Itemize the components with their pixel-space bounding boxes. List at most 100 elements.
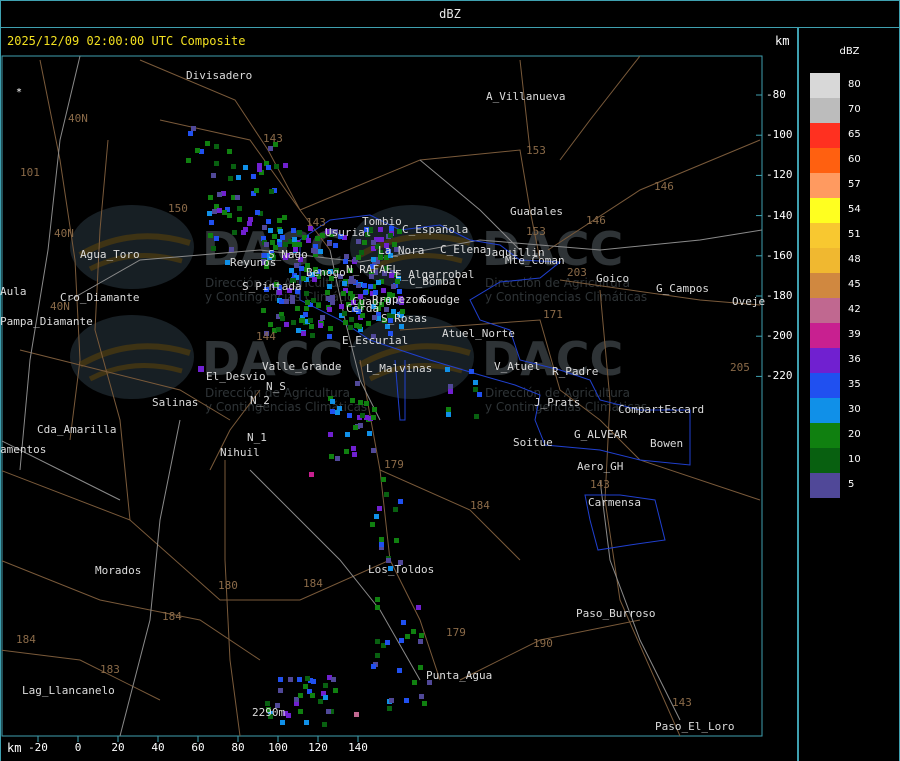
radar-echo-pixel	[375, 653, 380, 658]
legend-swatch	[810, 198, 840, 223]
radar-echo-pixel	[357, 324, 362, 329]
radar-echo-pixel	[211, 173, 216, 178]
place-label: L_Malvinas	[366, 362, 432, 375]
radar-echo-pixel	[274, 164, 279, 169]
route-number: 205	[730, 361, 750, 374]
radar-echo-pixel	[208, 195, 213, 200]
place-label: Rropezon	[372, 293, 425, 306]
place-label: Divisadero	[186, 69, 252, 82]
radar-echo-pixel	[320, 315, 325, 320]
radar-echo-pixel	[276, 327, 281, 332]
radar-echo-pixel	[268, 322, 273, 327]
radar-echo-pixel	[318, 323, 323, 328]
radar-echo-pixel	[474, 414, 479, 419]
place-label: A_Villanueva	[486, 90, 565, 103]
place-label: S_Rosas	[381, 312, 427, 325]
legend-label: 36	[848, 354, 861, 365]
y-tick-label: -200	[766, 329, 793, 343]
radar-echo-pixel	[227, 149, 232, 154]
radar-echo-pixel	[255, 210, 260, 215]
x-tick-label: 120	[308, 741, 328, 754]
radar-echo-pixel	[344, 449, 349, 454]
radar-echo-pixel	[309, 472, 314, 477]
radar-echo-pixel	[333, 688, 338, 693]
place-label: Carmensa	[588, 496, 641, 509]
legend-label: 60	[848, 154, 861, 165]
radar-echo-pixel	[349, 317, 354, 322]
radar-echo-pixel	[368, 284, 373, 289]
radar-echo-pixel	[292, 237, 297, 242]
radar-echo-pixel	[397, 668, 402, 673]
radar-echo-pixel	[372, 407, 377, 412]
place-label: G_Campos	[656, 282, 709, 295]
place-label: Aula	[0, 285, 27, 298]
radar-echo-pixel	[335, 410, 340, 415]
radar-echo-pixel	[389, 698, 394, 703]
place-label: Salinas	[152, 396, 198, 409]
radar-echo-pixel	[278, 229, 283, 234]
x-tick-label: 60	[191, 741, 205, 754]
route-number: 143	[672, 696, 692, 709]
place-label: Mte_Coman	[505, 254, 565, 267]
radar-echo-pixel	[333, 243, 338, 248]
radar-map[interactable]: DACCDirección de Agriculturay Contingenc…	[0, 28, 797, 761]
route-number: 153	[526, 225, 546, 238]
radar-echo-pixel	[375, 597, 380, 602]
radar-echo-pixel	[330, 399, 335, 404]
radar-echo-pixel	[350, 398, 355, 403]
legend-label: 51	[848, 229, 861, 240]
radar-echo-pixel	[349, 276, 354, 281]
radar-echo-pixel	[310, 333, 315, 338]
place-label: R_Padre	[552, 365, 598, 378]
radar-echo-pixel	[477, 392, 482, 397]
radar-echo-pixel	[198, 366, 204, 372]
radar-echo-pixel	[327, 284, 332, 289]
radar-echo-pixel	[362, 240, 367, 245]
place-label: Goudge	[420, 293, 460, 306]
radar-echo-pixel	[323, 683, 328, 688]
radar-echo-pixel	[325, 290, 330, 295]
place-label: Paso_Burroso	[576, 607, 655, 620]
radar-echo-pixel	[412, 680, 417, 685]
place-label: C_Elena	[440, 243, 486, 256]
radar-echo-pixel	[411, 629, 416, 634]
radar-echo-pixel	[318, 249, 323, 254]
place-label: Guadales	[510, 205, 563, 218]
radar-echo-pixel	[416, 605, 421, 610]
radar-echo-pixel	[391, 284, 396, 289]
radar-echo-pixel	[227, 213, 232, 218]
radar-echo-pixel	[354, 712, 359, 717]
radar-echo-pixel	[232, 230, 237, 235]
radar-echo-pixel	[304, 720, 309, 725]
radar-echo-pixel	[418, 665, 423, 670]
radar-echo-pixel	[298, 709, 303, 714]
radar-echo-pixel	[284, 322, 289, 327]
radar-echo-pixel	[331, 677, 336, 682]
place-label: Paso_El_Loro	[655, 720, 734, 733]
legend-label: 10	[848, 454, 861, 465]
radar-echo-pixel	[207, 211, 212, 216]
route-number: 184	[16, 633, 36, 646]
radar-echo-pixel	[418, 639, 423, 644]
radar-echo-pixel	[286, 713, 291, 718]
legend-label: 57	[848, 179, 861, 190]
radar-echo-pixel	[344, 254, 349, 259]
radar-echo-pixel	[341, 291, 346, 296]
radar-echo-pixel	[372, 315, 377, 320]
place-label: S_Nago	[268, 248, 308, 261]
radar-echo-pixel	[266, 219, 271, 224]
place-label: C_Bombal	[409, 275, 462, 288]
radar-echo-pixel	[229, 247, 234, 252]
radar-echo-pixel	[379, 542, 384, 547]
radar-echo-pixel	[351, 446, 356, 451]
legend-swatch	[810, 148, 840, 173]
radar-echo-pixel	[308, 318, 313, 323]
route-number: 179	[446, 626, 466, 639]
route-number: 203	[567, 266, 587, 279]
radar-echo-pixel	[283, 163, 288, 168]
legend-swatch	[810, 448, 840, 473]
legend-swatch	[810, 423, 840, 448]
radar-echo-pixel	[358, 400, 363, 405]
y-tick-label: -140	[766, 208, 793, 222]
radar-echo-pixel	[311, 298, 316, 303]
